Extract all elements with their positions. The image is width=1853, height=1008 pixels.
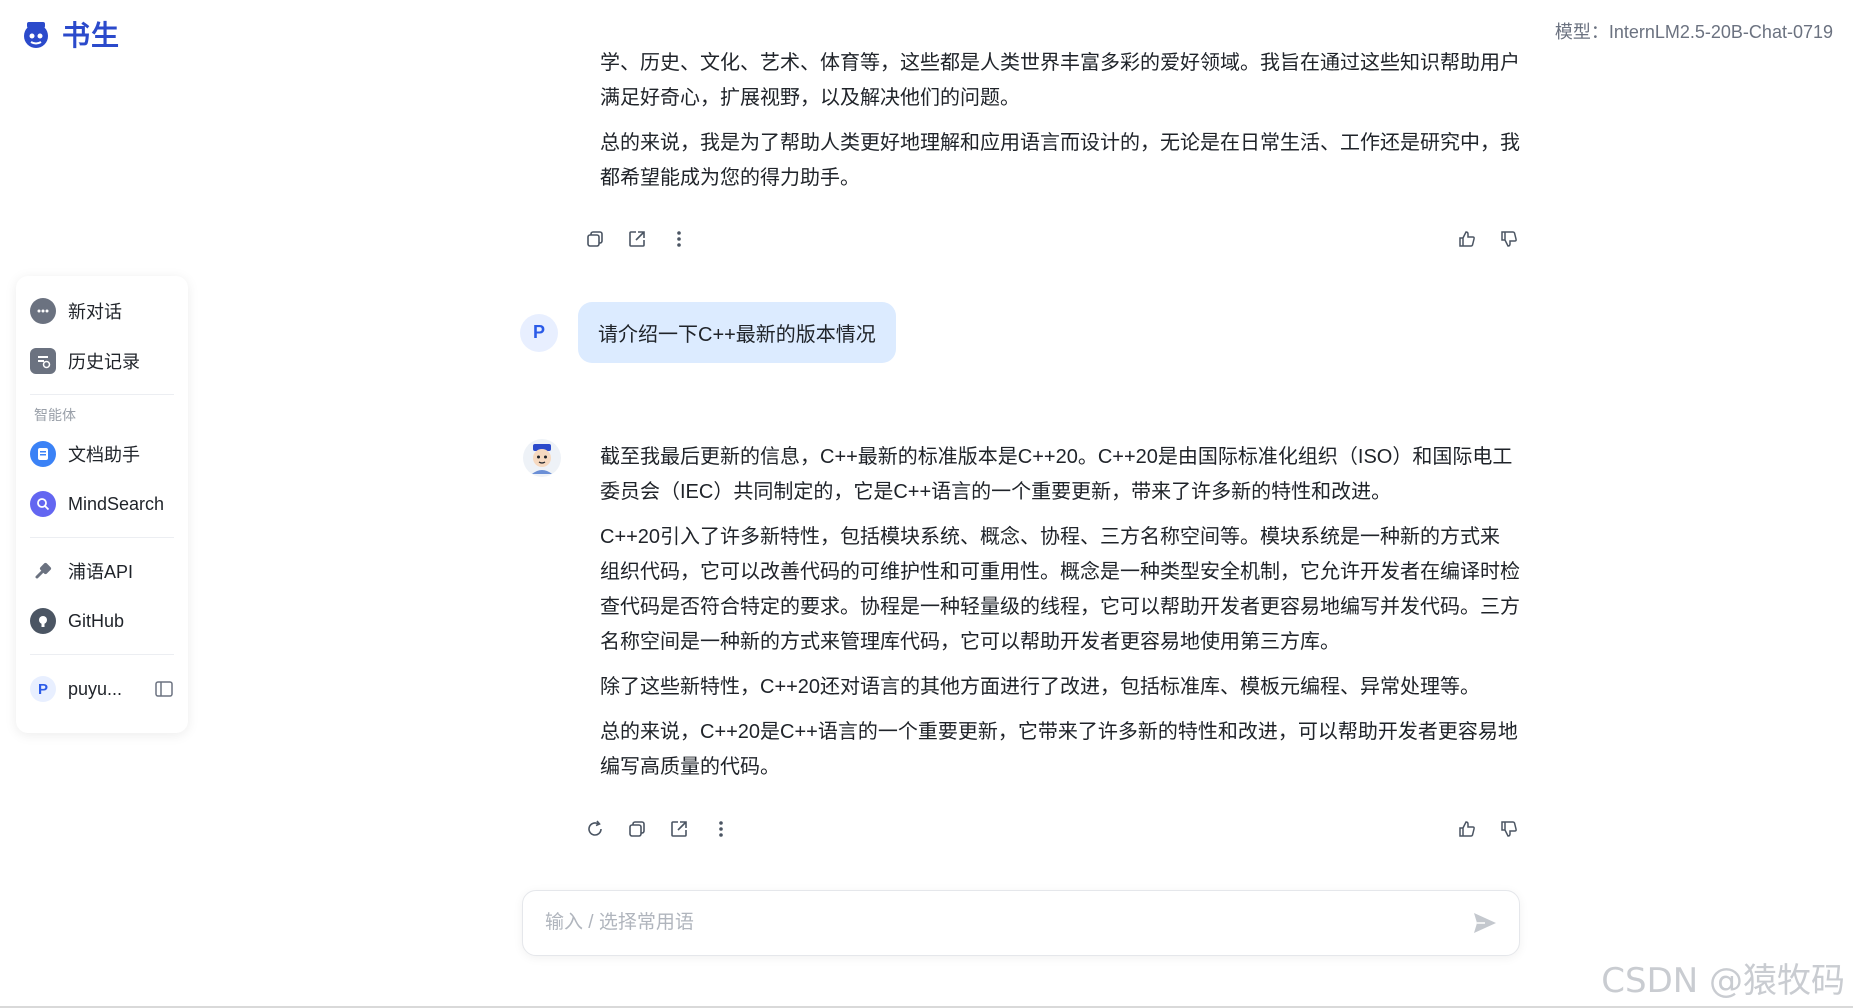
- search-icon: [30, 491, 56, 517]
- thumbs-down-icon[interactable]: [1496, 816, 1522, 842]
- sidebar-item-puyu-api[interactable]: 浦语API: [30, 546, 174, 596]
- avatar: P: [30, 676, 56, 702]
- github-icon: [30, 608, 56, 634]
- message-paragraph: 学、历史、文化、艺术、体育等，这些都是人类世界丰富多彩的爱好领域。我旨在通过这些…: [600, 52, 1520, 109]
- copy-icon[interactable]: [582, 226, 608, 252]
- user-name: puyu...: [68, 678, 123, 699]
- plug-icon: [30, 558, 56, 584]
- chat-input[interactable]: [543, 911, 1471, 935]
- message-actions-previous: [582, 224, 1522, 254]
- sidebar-item-label: GitHub: [68, 610, 125, 631]
- send-icon[interactable]: [1471, 909, 1499, 937]
- message-paragraph: C++20引入了许多新特性，包括模块系统、概念、协程、三方名称空间等。模块系统是…: [600, 526, 1520, 653]
- scholar-logo-icon: [24, 22, 48, 48]
- sidebar: 新对话 历史记录 智能体 文档助手 MindSearch 浦语API GitHu…: [16, 276, 188, 733]
- sidebar-item-history[interactable]: 历史记录: [30, 336, 174, 386]
- chat-bubble-icon: [30, 298, 56, 324]
- sidebar-item-doc-assistant[interactable]: 文档助手: [30, 429, 174, 479]
- thumbs-down-icon[interactable]: [1496, 226, 1522, 252]
- thumbs-up-icon[interactable]: [1454, 816, 1480, 842]
- chat-input-box: [522, 890, 1520, 956]
- document-icon: [30, 441, 56, 467]
- sidebar-divider: [30, 537, 174, 538]
- sidebar-item-label: 新对话: [68, 302, 122, 322]
- sidebar-item-label: 浦语API: [68, 562, 134, 582]
- sidebar-section-agents: 智能体: [34, 407, 76, 423]
- user-message-bubble: 请介绍一下C++最新的版本情况: [578, 302, 896, 363]
- more-icon[interactable]: [666, 226, 692, 252]
- sidebar-item-label: 历史记录: [68, 352, 140, 372]
- logo-text: 书生: [62, 19, 121, 52]
- sidebar-user-row: P puyu...: [30, 663, 174, 715]
- sidebar-item-label: MindSearch: [68, 493, 165, 514]
- message-paragraph: 截至我最后更新的信息，C++最新的标准版本是C++20。C++20是由国际标准化…: [600, 446, 1513, 503]
- sidebar-divider: [30, 394, 174, 395]
- copy-icon[interactable]: [624, 816, 650, 842]
- message-paragraph: 总的来说，我是为了帮助人类更好地理解和应用语言而设计的，无论是在日常生活、工作还…: [600, 132, 1520, 189]
- message-paragraph: 除了这些新特性，C++20还对语言的其他方面进行了改进，包括标准库、模板元编程、…: [600, 676, 1481, 698]
- sidebar-item-mindsearch[interactable]: MindSearch: [30, 479, 174, 529]
- user-profile[interactable]: P puyu...: [30, 676, 122, 702]
- sidebar-divider: [30, 654, 174, 655]
- bot-message-previous: 学、历史、文化、艺术、体育等，这些都是人类世界丰富多彩的爱好领域。我旨在通过这些…: [600, 46, 1520, 206]
- bot-message: 截至我最后更新的信息，C++最新的标准版本是C++20。C++20是由国际标准化…: [600, 440, 1520, 795]
- bot-avatar-icon: [523, 439, 561, 477]
- more-icon[interactable]: [708, 816, 734, 842]
- model-label[interactable]: 模型：InternLM2.5-20B-Chat-0719: [1555, 18, 1833, 44]
- history-icon: [30, 348, 56, 374]
- avatar: P: [520, 313, 558, 352]
- sidebar-item-new-chat[interactable]: 新对话: [30, 286, 174, 336]
- message-paragraph: 总的来说，C++20是C++语言的一个重要更新，它带来了许多新的特性和改进，可以…: [600, 721, 1518, 778]
- share-icon[interactable]: [666, 816, 692, 842]
- user-message-row: P 请介绍一下C++最新的版本情况: [520, 302, 896, 363]
- thumbs-up-icon[interactable]: [1454, 226, 1480, 252]
- message-actions: [582, 814, 1522, 844]
- app-root: 书生 模型：InternLM2.5-20B-Chat-0719 新对话 历史记录…: [0, 0, 1853, 1008]
- watermark: CSDN @猿牧码: [1601, 961, 1845, 1001]
- sidebar-toggle-icon[interactable]: [154, 679, 174, 699]
- sidebar-item-label: 文档助手: [68, 445, 140, 465]
- share-icon[interactable]: [624, 226, 650, 252]
- regenerate-icon[interactable]: [582, 816, 608, 842]
- logo[interactable]: 书生: [18, 14, 120, 54]
- sidebar-item-github[interactable]: GitHub: [30, 596, 174, 646]
